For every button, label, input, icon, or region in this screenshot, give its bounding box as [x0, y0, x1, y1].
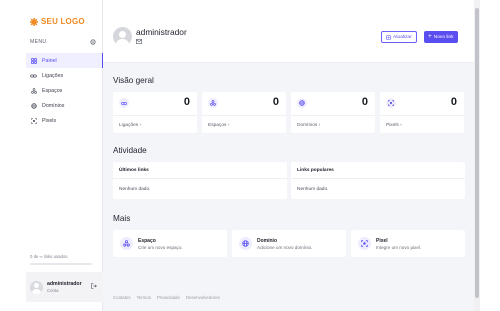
card-title: Pixel — [376, 238, 388, 244]
globe-icon — [30, 102, 37, 109]
footer-link[interactable]: Privacidade — [157, 295, 180, 300]
stat-link[interactable]: Espaços › — [208, 123, 229, 128]
usage-text: 0 de ∞ links usados. — [30, 254, 69, 259]
user-role: Conta — [47, 288, 59, 294]
stat-link[interactable]: Domínios › — [297, 123, 320, 128]
mail-icon — [136, 39, 142, 44]
globe-icon — [239, 237, 252, 250]
avatar — [113, 27, 132, 46]
panel-title: Últimos links — [119, 168, 149, 173]
usage-bar — [30, 263, 92, 265]
stat-value: 0 — [183, 96, 190, 108]
refresh-button-label: Atualizar — [393, 34, 412, 40]
grid-icon — [30, 57, 37, 64]
stat-link[interactable]: Ligações › — [119, 123, 141, 128]
more-title: Mais — [113, 214, 131, 223]
link-icon — [30, 72, 37, 79]
logo-icon — [30, 17, 38, 26]
divider — [202, 115, 286, 116]
app-root: SEU LOGO MENU Painel Ligações Espaços Do… — [0, 0, 500, 311]
sidebar: SEU LOGO MENU Painel Ligações Espaços Do… — [0, 0, 103, 311]
card-description: Adicione um novo domínio. — [257, 245, 313, 250]
plus-icon: + — [428, 32, 432, 40]
stat-link[interactable]: Pixels › — [386, 123, 402, 128]
window-edge — [480, 0, 500, 311]
footer-link[interactable]: Desenvolvedores — [186, 295, 220, 300]
panel-title: Links populares — [297, 168, 334, 173]
card-title: Domínio — [257, 238, 277, 244]
pixel-icon — [30, 117, 37, 124]
scrollbar-thumb[interactable] — [475, 8, 479, 298]
logo-text: SEU LOGO — [41, 17, 85, 26]
stat-value: 0 — [272, 96, 279, 108]
spaces-icon — [208, 98, 218, 108]
empty-state: Nenhum dado. — [119, 187, 151, 192]
new-space-card[interactable]: Espaço Crie um novo espaço. — [113, 230, 227, 257]
new-link-button-label: Novo link — [433, 34, 454, 40]
stat-card-ligacoes[interactable]: 0 Ligações › — [113, 92, 197, 133]
card-title: Espaço — [138, 238, 156, 244]
sidebar-item-label: Espaços — [42, 87, 63, 94]
new-link-button[interactable]: + Novo link — [424, 31, 458, 43]
sidebar-item-label: Pixels — [42, 117, 57, 124]
pixel-icon — [386, 98, 396, 108]
logout-icon[interactable] — [90, 283, 97, 291]
sidebar-item-label: Painel — [42, 57, 57, 64]
user-account-box[interactable]: administrador Conta — [26, 272, 103, 302]
sidebar-item-label: Ligações — [42, 72, 64, 79]
divider — [291, 178, 465, 179]
stat-link-label: Ligações — [119, 123, 139, 128]
stat-link-label: Pixels — [386, 123, 399, 128]
page-header: administrador Atualizar + Novo link — [103, 0, 474, 63]
stat-value: 0 — [361, 96, 368, 108]
user-name: administrador — [47, 280, 82, 287]
card-description: Integre um novo pixel. — [376, 245, 422, 250]
globe-icon — [297, 98, 307, 108]
main-content: Visão geral 0 Ligações › 0 Espaços › 0 D… — [103, 63, 474, 311]
overview-title: Visão geral — [113, 76, 154, 85]
stat-card-pixels[interactable]: 0 Pixels › — [380, 92, 464, 133]
pixel-icon — [358, 237, 371, 250]
sidebar-item-espacos[interactable]: Espaços — [26, 83, 103, 98]
refresh-button[interactable]: Atualizar — [381, 31, 417, 43]
menu-header: MENU — [30, 39, 96, 45]
spaces-icon — [30, 87, 37, 94]
spaces-icon — [120, 237, 133, 250]
stat-link-label: Domínios — [297, 123, 318, 128]
divider — [291, 115, 375, 116]
footer-link[interactable]: Contatos — [113, 295, 131, 300]
divider — [380, 115, 464, 116]
link-icon — [119, 98, 129, 108]
logo[interactable]: SEU LOGO — [30, 17, 85, 26]
sidebar-nav: Painel Ligações Espaços Domínios Pixels — [26, 53, 103, 128]
card-description: Crie um novo espaço. — [138, 245, 183, 250]
stat-card-espacos[interactable]: 0 Espaços › — [202, 92, 286, 133]
stat-card-dominios[interactable]: 0 Domínios › — [291, 92, 375, 133]
footer-link[interactable]: Termos — [137, 295, 151, 300]
divider — [113, 178, 287, 179]
sidebar-item-painel[interactable]: Painel — [26, 53, 103, 68]
stat-link-label: Espaços — [208, 123, 227, 128]
sidebar-item-pixels[interactable]: Pixels — [26, 113, 103, 128]
refresh-icon — [386, 34, 391, 40]
new-domain-card[interactable]: Domínio Adicione um novo domínio. — [232, 230, 346, 257]
avatar — [30, 280, 43, 294]
new-pixel-card[interactable]: Pixel Integre um novo pixel. — [351, 230, 465, 257]
sidebar-item-dominios[interactable]: Domínios — [26, 98, 103, 113]
latest-links-panel: Últimos links Nenhum dado. — [113, 162, 287, 199]
sidebar-item-label: Domínios — [42, 102, 65, 109]
settings-icon[interactable] — [90, 39, 96, 45]
page-title: administrador — [136, 27, 187, 37]
footer-links: Contatos Termos Privacidade Desenvolvedo… — [113, 295, 220, 300]
popular-links-panel: Links populares Nenhum dado. — [291, 162, 465, 199]
empty-state: Nenhum dado. — [297, 187, 329, 192]
user-info: administrador Conta — [47, 281, 82, 294]
sidebar-item-ligacoes[interactable]: Ligações — [26, 68, 103, 83]
menu-label: MENU — [30, 39, 47, 45]
activity-title: Atividade — [113, 146, 147, 155]
stat-value: 0 — [450, 96, 457, 108]
divider — [113, 115, 197, 116]
